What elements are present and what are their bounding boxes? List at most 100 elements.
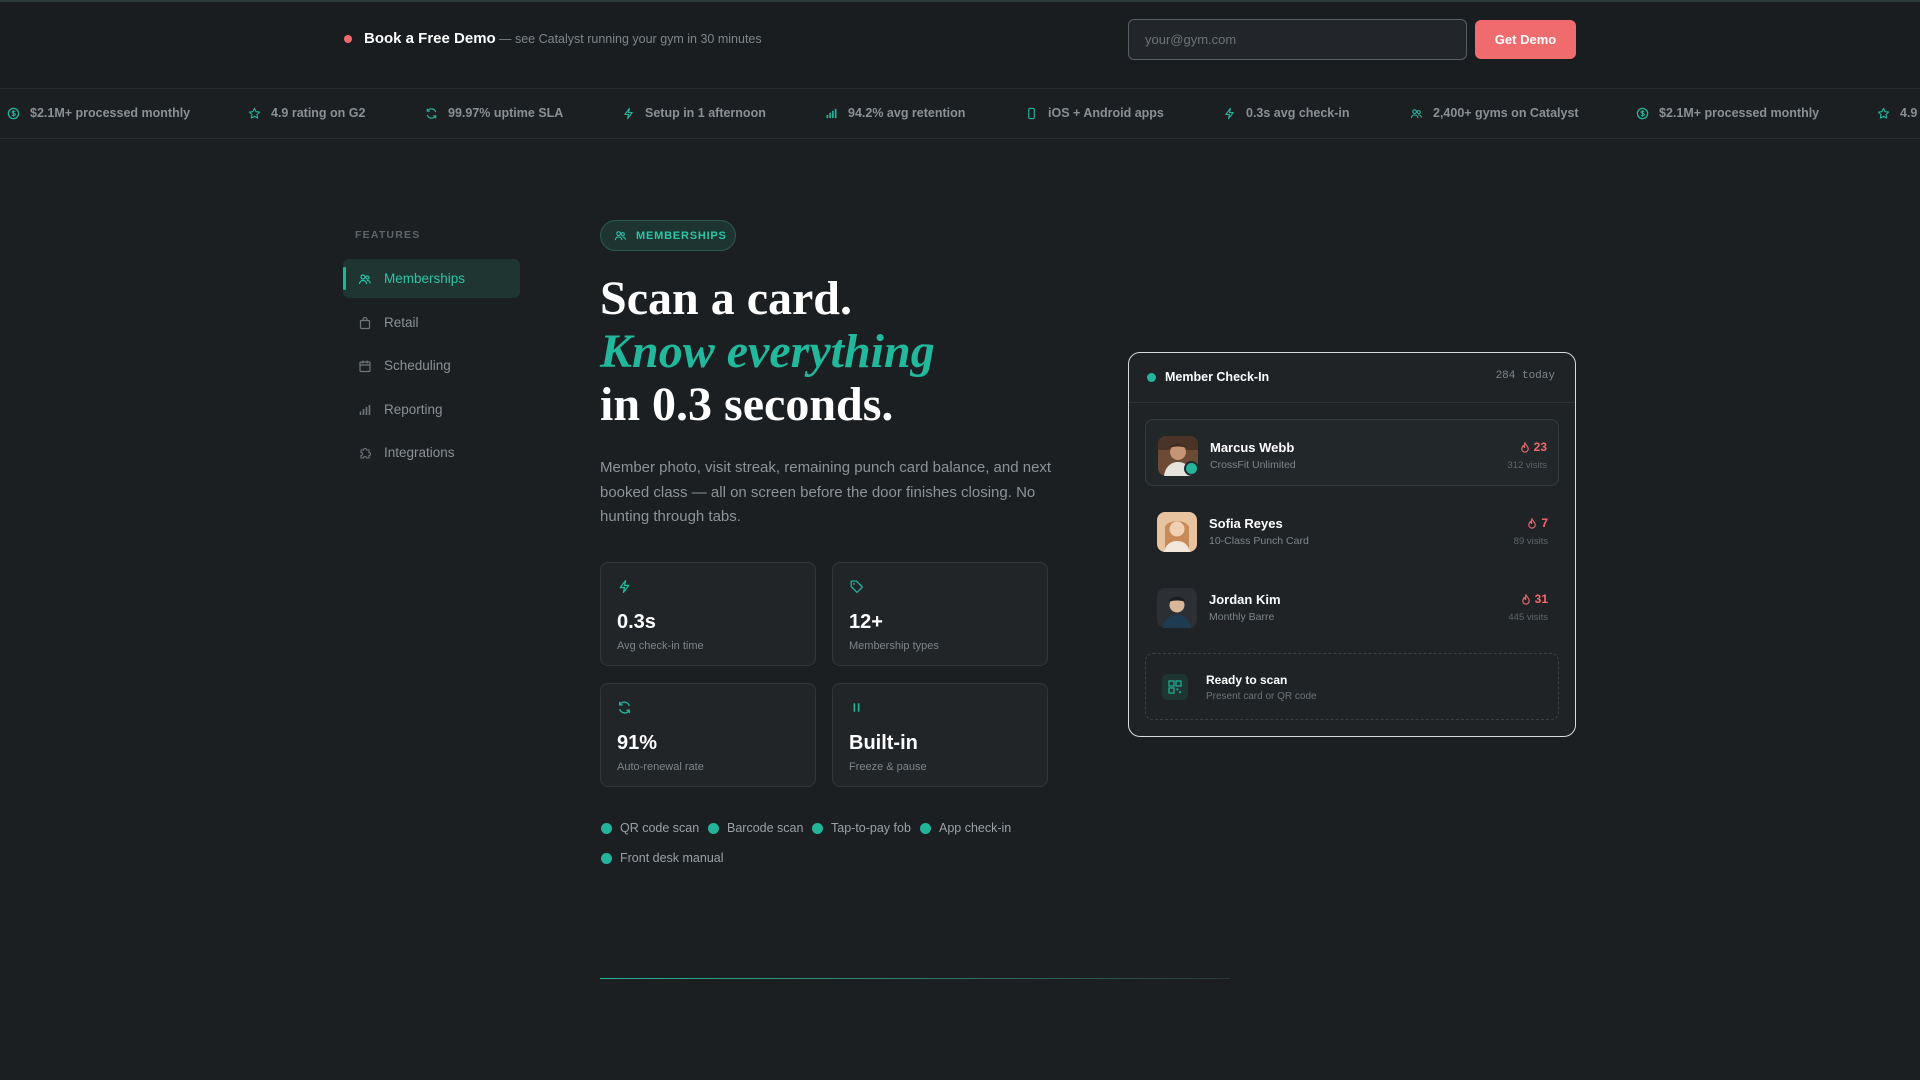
sidebar-item-label: Retail: [384, 315, 419, 330]
member-visits: 312 visits: [1507, 460, 1547, 471]
users-icon: [614, 231, 626, 241]
streak-value: 23: [1533, 440, 1547, 454]
sidebar-item-reporting[interactable]: Reporting: [343, 390, 520, 429]
stat-label: Avg check-in time: [617, 640, 704, 652]
ticker-item: 94.2% avg retention: [825, 106, 965, 120]
qr-code-icon: [1162, 674, 1188, 700]
member-visits: 89 visits: [1513, 536, 1548, 547]
bolt-icon: [619, 579, 630, 594]
check-icon: [601, 852, 612, 864]
star-icon: [248, 107, 261, 119]
ticker-item: 0.3s avg check-in: [1223, 106, 1350, 120]
ticker-item: $2.1M+ processed monthly: [1636, 106, 1819, 120]
streak-count: 31: [1521, 592, 1548, 606]
ticker-text: 4.9: [1900, 106, 1918, 120]
stat-value: 0.3s: [617, 611, 656, 633]
streak-value: 31: [1534, 592, 1548, 606]
ticker-text: $2.1M+ processed monthly: [1659, 106, 1820, 120]
check-icon: [1184, 461, 1199, 476]
divider: [600, 978, 1230, 979]
check-icon: [708, 822, 719, 834]
chip-label: App check-in: [939, 821, 1012, 835]
streak-count: 7: [1527, 516, 1548, 530]
checkin-card: Member Check-In 284 today Marcus Webb Cr…: [1128, 352, 1576, 737]
scan-method-chip: Front desk manual: [601, 851, 724, 865]
bolt-icon: [624, 107, 633, 119]
demo-title: Book a Free Demo: [364, 30, 496, 47]
puzzle-icon: [360, 447, 371, 459]
stat-card: 0.3s Avg check-in time: [600, 562, 816, 666]
chip-label: Front desk manual: [620, 851, 724, 865]
member-name: Sofia Reyes: [1209, 516, 1283, 531]
badge-label: MEMBERSHIPS: [636, 229, 727, 242]
member-name: Marcus Webb: [1210, 440, 1295, 455]
checkin-count: 284 today: [1495, 370, 1555, 382]
features-label: FEATURES: [355, 229, 421, 241]
sidebar-item-label: Reporting: [384, 402, 443, 417]
headline-line-2: Know everything: [600, 325, 935, 378]
users-icon: [1410, 108, 1422, 118]
sidebar-item-label: Integrations: [384, 445, 455, 460]
stats-ticker: $2.1M+ processed monthly 4.9 rating on G…: [0, 88, 1920, 139]
stat-card: 12+ Membership types: [832, 562, 1048, 666]
ticker-text: $2.1M+ processed monthly: [30, 106, 191, 120]
stat-value: 91%: [617, 732, 658, 754]
sidebar-item-scheduling[interactable]: Scheduling: [343, 346, 520, 385]
ticker-item: iOS + Android apps: [1025, 106, 1164, 120]
dollar-icon: [1636, 107, 1649, 119]
phone-icon: [1028, 107, 1035, 119]
ticker-item: 2,400+ gyms on Catalyst: [1410, 106, 1579, 120]
sidebar-item-retail[interactable]: Retail: [343, 303, 520, 342]
chip-label: Barcode scan: [727, 821, 804, 835]
check-icon: [812, 822, 823, 834]
ticker-item: 4.9: [1877, 106, 1917, 120]
stat-card: Built-in Freeze & pause: [832, 683, 1048, 787]
ticker-text: 2,400+ gyms on Catalyst: [1433, 106, 1579, 120]
headline: Scan a card. Know everything in 0.3 seco…: [600, 272, 935, 431]
email-field[interactable]: [1128, 19, 1467, 60]
stat-value: 12+: [849, 611, 883, 633]
member-row[interactable]: Sofia Reyes 10-Class Punch Card 7 89 vis…: [1145, 496, 1559, 563]
member-visits: 445 visits: [1508, 612, 1548, 623]
get-demo-button[interactable]: Get Demo: [1475, 20, 1576, 59]
member-row[interactable]: Marcus Webb CrossFit Unlimited 23 312 vi…: [1145, 419, 1559, 486]
sidebar-item-memberships[interactable]: Memberships: [343, 259, 520, 298]
scan-prompt[interactable]: Ready to scan Present card or QR code: [1145, 653, 1559, 720]
sidebar-item-label: Scheduling: [384, 358, 451, 373]
checkin-title: Member Check-In: [1165, 370, 1270, 384]
ticker-item: 4.9 rating on G2: [248, 106, 365, 120]
flame-icon: [1520, 441, 1529, 453]
users-icon: [358, 273, 371, 284]
member-plan: 10-Class Punch Card: [1209, 535, 1309, 547]
flame-icon: [1521, 593, 1530, 605]
live-dot: [1147, 373, 1156, 382]
checkin-header: Member Check-In 284 today: [1129, 353, 1575, 403]
bolt-icon: [1225, 107, 1234, 119]
member-plan: CrossFit Unlimited: [1210, 459, 1296, 471]
stat-card: 91% Auto-renewal rate: [600, 683, 816, 787]
check-icon: [601, 822, 612, 834]
sidebar-item-integrations[interactable]: Integrations: [343, 433, 520, 472]
ticker-text: 0.3s avg check-in: [1246, 106, 1350, 120]
ticker-text: 4.9 rating on G2: [271, 106, 366, 120]
check-icon: [920, 822, 931, 834]
ticker-text: Setup in 1 afternoon: [645, 106, 766, 120]
scan-method-chip: App check-in: [920, 821, 1011, 835]
bag-icon: [359, 316, 371, 329]
description: Member photo, visit streak, remaining pu…: [600, 459, 1052, 525]
bar-chart-icon: [826, 108, 837, 118]
stat-label: Membership types: [849, 640, 939, 652]
stat-label: Freeze & pause: [849, 761, 927, 773]
member-plan: Monthly Barre: [1209, 611, 1275, 623]
ticker-item: $2.1M+ processed monthly: [7, 106, 190, 120]
ticker-text: 99.97% uptime SLA: [448, 106, 564, 120]
star-icon: [1877, 107, 1890, 119]
member-row[interactable]: Jordan Kim Monthly Barre 31 445 visits: [1145, 572, 1559, 639]
status-dot: [344, 35, 352, 43]
calendar-icon: [359, 360, 371, 372]
refresh-icon: [618, 701, 631, 714]
chip-label: Tap-to-pay fob: [831, 821, 911, 835]
member-name: Jordan Kim: [1209, 592, 1281, 607]
top-banner: Book a Free Demo — see Catalyst running …: [0, 0, 1920, 88]
stat-value: Built-in: [849, 732, 918, 754]
